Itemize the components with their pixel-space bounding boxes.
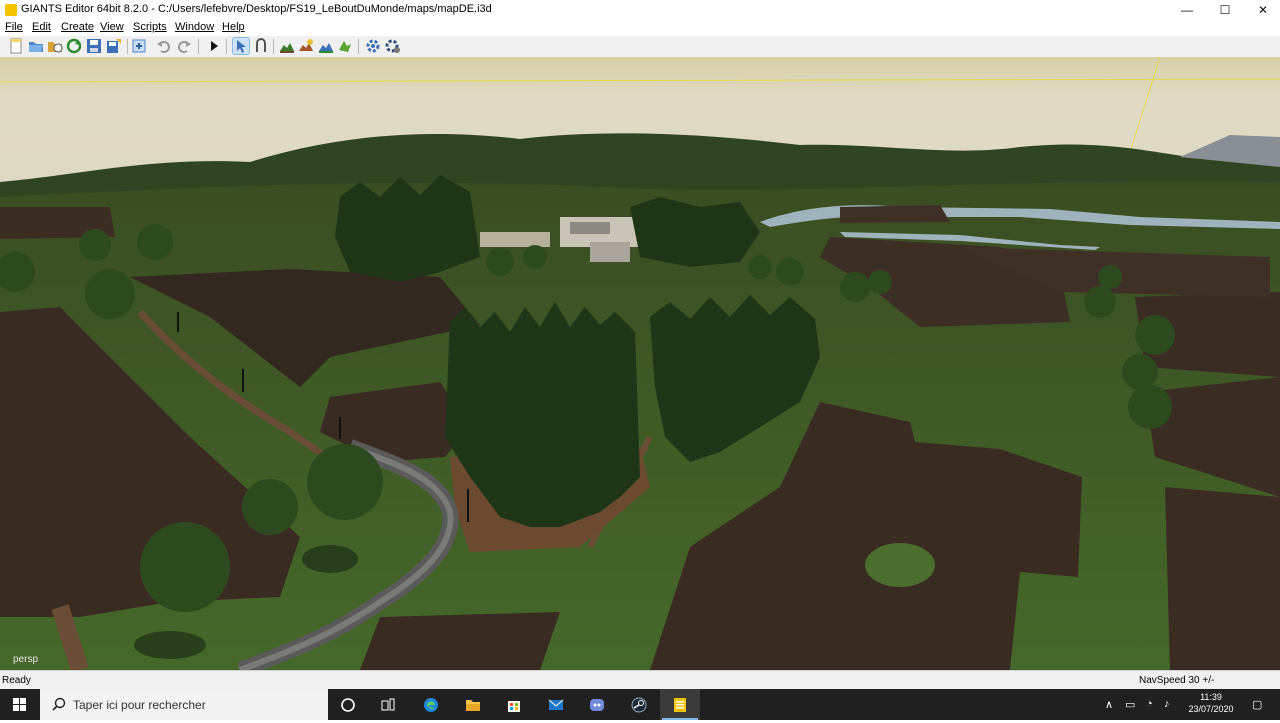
paint-icon[interactable]: [298, 38, 314, 54]
clock-time: 11:39: [1200, 692, 1222, 702]
title-bar: GIANTS Editor 64bit 8.2.0 - C:/Users/lef…: [0, 0, 1280, 20]
store-icon[interactable]: [494, 689, 534, 720]
open-recent-icon[interactable]: [47, 38, 63, 54]
save-as-icon[interactable]: [106, 38, 122, 54]
wifi-icon[interactable]: ◔: [1146, 698, 1153, 710]
import-icon[interactable]: [131, 38, 147, 54]
camera-settings-icon[interactable]: [385, 38, 401, 54]
new-file-icon[interactable]: [8, 38, 24, 54]
battery-icon[interactable]: ▭: [1125, 698, 1135, 711]
toolbar-separator: [273, 39, 274, 54]
clock[interactable]: 11:39 23/07/2020: [1182, 691, 1240, 715]
menu-window[interactable]: Window: [175, 21, 214, 33]
terrain-scene: [0, 57, 1280, 670]
field: [360, 612, 560, 670]
window-title: GIANTS Editor 64bit 8.2.0 - C:/Users/lef…: [21, 3, 492, 15]
foliage-icon[interactable]: [318, 38, 334, 54]
undo-icon[interactable]: [156, 38, 172, 54]
task-view-icon[interactable]: [368, 689, 408, 720]
tree-shadow: [302, 545, 358, 573]
camera-label: persp: [13, 654, 39, 665]
file-explorer-icon[interactable]: [453, 689, 493, 720]
farm-building: [590, 242, 630, 262]
discord-icon[interactable]: [577, 689, 617, 720]
search-icon: [52, 697, 66, 711]
grass-patch: [865, 543, 935, 587]
tree-shadow: [134, 631, 206, 659]
menu-scripts[interactable]: Scripts: [133, 21, 167, 33]
terrain-icon[interactable]: [279, 38, 295, 54]
toolbar-separator: [198, 39, 199, 54]
taskbar-search-box[interactable]: Taper ici pour rechercher: [40, 689, 328, 720]
menu-edit[interactable]: Edit: [32, 21, 51, 33]
menu-file[interactable]: File: [5, 21, 23, 33]
move-mode-icon[interactable]: [253, 38, 269, 54]
play-icon[interactable]: [206, 38, 222, 54]
menu-view[interactable]: View: [100, 21, 124, 33]
cortana-icon[interactable]: [328, 689, 368, 720]
menu-help[interactable]: Help: [222, 21, 245, 33]
mail-icon[interactable]: [536, 689, 576, 720]
toolbar-separator: [358, 39, 359, 54]
windows-logo-icon: [13, 698, 26, 711]
farm-building: [570, 222, 610, 234]
volume-icon[interactable]: ♪: [1164, 698, 1170, 710]
giants-editor-icon[interactable]: [660, 689, 700, 720]
toolbar-separator: [226, 39, 227, 54]
field: [840, 205, 950, 223]
settings-gear-icon[interactable]: [365, 38, 381, 54]
taskbar: Taper ici pour rechercher ∧ ▭ ◔ ♪ 11:39 …: [0, 689, 1280, 720]
save-icon[interactable]: [86, 38, 102, 54]
notification-icon[interactable]: ▢: [1252, 698, 1262, 711]
edge-icon[interactable]: [411, 689, 451, 720]
chevron-up-icon[interactable]: ∧: [1105, 698, 1113, 711]
giants-app-icon: [5, 4, 17, 16]
select-mode-icon[interactable]: [232, 37, 250, 55]
navspeed-indicator: NavSpeed 30 +/-: [1139, 675, 1215, 686]
status-bar: Ready NavSpeed 30 +/-: [0, 670, 1280, 690]
shape-icon[interactable]: [337, 38, 353, 54]
redo-icon[interactable]: [176, 38, 192, 54]
toolbar: [0, 36, 1280, 58]
status-text: Ready: [2, 675, 31, 686]
menu-bar: File Edit Create View Scripts Window Hel…: [0, 20, 1280, 36]
search-placeholder: Taper ici pour rechercher: [73, 698, 206, 712]
3d-viewport[interactable]: persp: [0, 57, 1280, 670]
toolbar-separator: [127, 39, 128, 54]
field: [1165, 487, 1280, 670]
reload-icon[interactable]: [66, 38, 82, 54]
start-button[interactable]: [0, 689, 40, 720]
clock-date: 23/07/2020: [1188, 704, 1234, 714]
steam-icon[interactable]: [619, 689, 659, 720]
open-folder-icon[interactable]: [28, 38, 44, 54]
menu-create[interactable]: Create: [61, 21, 94, 33]
farmyard: [480, 232, 550, 247]
close-button[interactable]: ✕: [1240, 0, 1280, 20]
